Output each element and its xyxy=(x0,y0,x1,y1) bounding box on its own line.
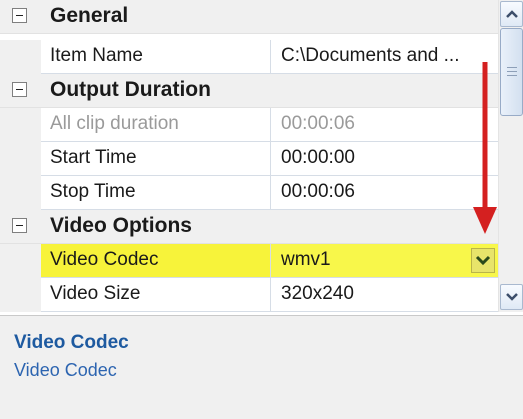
scroll-thumb[interactable] xyxy=(500,28,523,116)
collapse-minus-icon[interactable] xyxy=(12,8,27,23)
category-general[interactable]: General xyxy=(0,0,498,34)
property-row-start-time[interactable]: Start Time 00:00:00 xyxy=(0,142,498,176)
scroll-down-button[interactable] xyxy=(500,284,523,310)
property-value[interactable]: 00:00:06 xyxy=(281,181,355,203)
grip-line xyxy=(507,71,517,72)
property-value[interactable]: C:\Documents and ... xyxy=(281,45,459,67)
category-label: Video Options xyxy=(50,214,192,237)
property-row-video-codec[interactable]: Video Codec wmv1 xyxy=(0,244,498,278)
collapse-minus-icon[interactable] xyxy=(12,218,27,233)
property-value[interactable]: 320x240 xyxy=(281,283,354,305)
property-row-all-clip-duration[interactable]: All clip duration 00:00:06 xyxy=(0,108,498,142)
grip-line xyxy=(507,67,517,68)
category-label: Output Duration xyxy=(50,78,211,101)
annotation-arrow-icon xyxy=(473,62,497,234)
property-value: 00:00:06 xyxy=(281,113,355,134)
property-grid: General Item Name C:\Documents and ... O… xyxy=(0,0,498,312)
column-divider[interactable] xyxy=(270,40,271,74)
property-name: Video Codec xyxy=(50,249,159,270)
category-output-duration[interactable]: Output Duration xyxy=(0,74,498,108)
row-margin xyxy=(0,142,41,176)
category-label: General xyxy=(50,4,129,27)
row-margin xyxy=(0,176,41,210)
property-name: Video Size xyxy=(50,283,141,304)
property-name: Start Time xyxy=(50,147,137,168)
row-margin xyxy=(0,108,41,142)
property-value[interactable]: 00:00:00 xyxy=(281,147,355,169)
chevron-down-icon xyxy=(475,255,491,266)
grip-line xyxy=(507,75,517,76)
property-name: Item Name xyxy=(50,45,143,66)
column-divider[interactable] xyxy=(270,176,271,210)
description-text: Video Codec xyxy=(14,360,117,380)
row-margin xyxy=(0,244,41,278)
column-divider[interactable] xyxy=(270,108,271,142)
scroll-up-button[interactable] xyxy=(500,1,523,27)
row-margin xyxy=(0,40,41,74)
property-row-video-size[interactable]: Video Size 320x240 xyxy=(0,278,498,312)
column-divider[interactable] xyxy=(270,278,271,312)
property-name: All clip duration xyxy=(50,113,179,134)
description-pane: Video Codec Video Codec xyxy=(0,315,523,419)
category-video-options[interactable]: Video Options xyxy=(0,210,498,244)
property-row-item-name[interactable]: Item Name C:\Documents and ... xyxy=(0,40,498,74)
column-divider[interactable] xyxy=(270,244,271,278)
column-divider[interactable] xyxy=(270,142,271,176)
collapse-minus-icon[interactable] xyxy=(12,82,27,97)
row-margin xyxy=(0,278,41,312)
vertical-scrollbar[interactable] xyxy=(498,0,523,312)
chevron-down-icon xyxy=(506,293,518,301)
chevron-up-icon xyxy=(506,10,518,18)
property-row-stop-time[interactable]: Stop Time 00:00:06 xyxy=(0,176,498,210)
description-title: Video Codec xyxy=(14,332,129,353)
property-name: Stop Time xyxy=(50,181,136,202)
codec-dropdown-value[interactable]: wmv1 xyxy=(281,249,331,271)
